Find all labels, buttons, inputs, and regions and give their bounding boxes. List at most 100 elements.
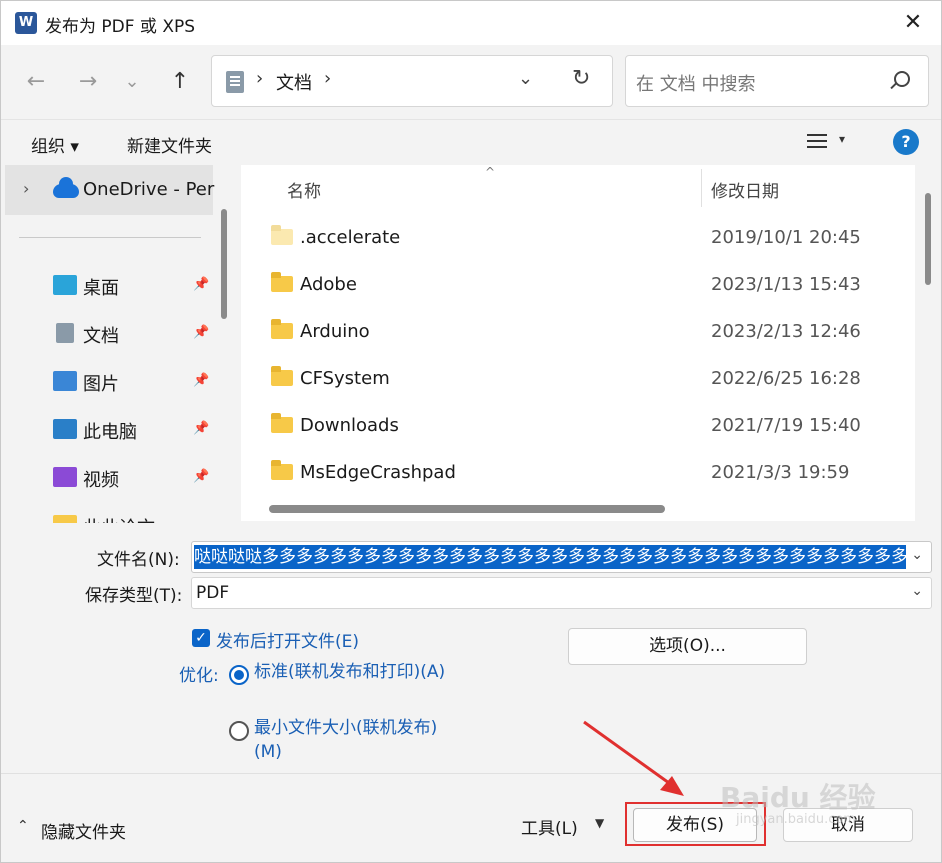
- options-button[interactable]: 选项(O)...: [568, 628, 807, 665]
- sidebar-item-label: 此电脑: [83, 422, 137, 443]
- tools-button[interactable]: 工具(L): [521, 814, 578, 839]
- sort-ascending-icon: ^: [485, 165, 496, 179]
- help-icon[interactable]: ?: [893, 129, 919, 155]
- close-button[interactable]: ✕: [897, 7, 929, 39]
- title-bar: W 发布为 PDF 或 XPS ✕: [1, 1, 941, 45]
- sidebar-item-documents[interactable]: 文档 📌: [5, 311, 213, 357]
- sidebar-item-videos[interactable]: 视频 📌: [5, 455, 213, 501]
- forward-button[interactable]: →: [73, 67, 103, 97]
- organize-button[interactable]: 组织 ▾: [31, 132, 79, 157]
- sidebar-divider: [19, 237, 201, 238]
- documents-icon: [56, 323, 74, 343]
- chevron-up-icon[interactable]: ⌃: [17, 818, 29, 834]
- pin-icon[interactable]: 📌: [193, 469, 209, 484]
- tools-dropdown-icon[interactable]: ▼: [595, 816, 604, 830]
- publish-dialog: W 发布为 PDF 或 XPS ✕ ← → ⌄ ↑ › 文档 › ⌄ ↻ 在 文…: [0, 0, 942, 863]
- file-list-vertical-scrollbar[interactable]: [925, 193, 931, 285]
- file-row[interactable]: Adobe 2023/1/13 15:43: [241, 262, 915, 308]
- sidebar-scrollbar[interactable]: [221, 209, 227, 319]
- file-date: 2023/1/13 15:43: [711, 274, 861, 295]
- sidebar-item-pictures[interactable]: 图片 📌: [5, 359, 213, 405]
- optimize-minimum-radio[interactable]: [229, 721, 249, 741]
- command-bar: 组织 ▾ 新建文件夹 ▾ ?: [1, 119, 941, 165]
- save-options-panel: 文件名(N): 哒哒哒哒多多多多多多多多多多多多多多多多多多多多多多多多多多多多…: [1, 523, 941, 773]
- file-date: 2019/10/1 20:45: [711, 227, 861, 248]
- breadcrumb-documents[interactable]: 文档: [276, 69, 312, 95]
- search-input[interactable]: 在 文档 中搜索: [625, 55, 929, 107]
- new-folder-button[interactable]: 新建文件夹: [127, 132, 212, 157]
- file-row[interactable]: Arduino 2023/2/13 12:46: [241, 309, 915, 355]
- open-after-publish-label[interactable]: 发布后打开文件(E): [216, 627, 359, 652]
- word-app-icon: W: [15, 12, 37, 34]
- address-bar[interactable]: › 文档 › ⌄ ↻: [211, 55, 613, 107]
- folder-icon: [271, 225, 293, 245]
- filename-label: 文件名(N):: [97, 550, 180, 570]
- sidebar-item-folder[interactable]: 此此论文: [5, 503, 213, 523]
- view-list-icon[interactable]: [807, 134, 827, 150]
- pin-icon[interactable]: 📌: [193, 325, 209, 340]
- filename-field[interactable]: 哒哒哒哒多多多多多多多多多多多多多多多多多多多多多多多多多多多多多多多多多多多多…: [191, 541, 932, 573]
- column-divider[interactable]: [701, 169, 702, 207]
- breadcrumb-chevron[interactable]: ›: [324, 68, 331, 89]
- sidebar-item-label: 文档: [83, 326, 119, 347]
- sidebar-item-label: 此此论文: [83, 514, 155, 523]
- baidu-watermark: Baidu 经验: [720, 781, 876, 814]
- dialog-title: 发布为 PDF 或 XPS: [45, 17, 196, 37]
- sidebar-item-this-pc[interactable]: 此电脑 📌: [5, 407, 213, 453]
- filetype-select[interactable]: PDF ⌄: [191, 577, 932, 609]
- folder-icon: [271, 366, 293, 386]
- desktop-icon: [53, 275, 77, 295]
- sidebar-item-label: 图片: [83, 374, 119, 395]
- folder-icon: [53, 515, 77, 523]
- optimize-standard-radio[interactable]: [229, 665, 249, 685]
- filename-value[interactable]: 哒哒哒哒多多多多多多多多多多多多多多多多多多多多多多多多多多多多多多多多多多多多…: [194, 545, 906, 569]
- hide-folders-button[interactable]: 隐藏文件夹: [41, 818, 126, 843]
- file-row[interactable]: Downloads 2021/7/19 15:40: [241, 403, 915, 449]
- recent-locations-button[interactable]: ⌄: [117, 67, 147, 97]
- open-after-publish-checkbox[interactable]: ✓: [192, 629, 210, 647]
- navigation-pane: › OneDrive - Per 桌面 📌 文档 📌 图片 📌 此电脑 📌 视频…: [5, 165, 231, 523]
- pin-icon[interactable]: 📌: [193, 373, 209, 388]
- chevron-down-icon[interactable]: ⌄: [911, 583, 923, 599]
- chevron-down-icon[interactable]: ⌄: [911, 547, 923, 563]
- file-row[interactable]: CFSystem 2022/6/25 16:28: [241, 356, 915, 402]
- optimize-standard-label[interactable]: 标准(联机发布和打印)(A): [254, 660, 454, 684]
- optimize-minimum-label[interactable]: 最小文件大小(联机发布)(M): [254, 716, 454, 764]
- file-name: Adobe: [300, 274, 357, 295]
- column-header-name[interactable]: 名称: [287, 177, 321, 202]
- pin-icon[interactable]: 📌: [193, 277, 209, 292]
- file-date: 2023/2/13 12:46: [711, 321, 861, 342]
- search-icon[interactable]: [894, 71, 910, 87]
- up-button[interactable]: ↑: [165, 67, 195, 97]
- videos-icon: [53, 467, 77, 487]
- folder-icon: [271, 319, 293, 339]
- pin-icon[interactable]: 📌: [193, 421, 209, 436]
- file-date: 2021/7/19 15:40: [711, 415, 861, 436]
- file-row[interactable]: MsEdgeCrashpad 2021/3/3 19:59: [241, 450, 915, 496]
- sidebar-item-label: 桌面: [83, 278, 119, 299]
- address-dropdown-icon[interactable]: ⌄: [518, 68, 533, 89]
- column-header-date[interactable]: 修改日期: [711, 177, 779, 202]
- computer-icon: [53, 419, 77, 439]
- file-name: Arduino: [300, 321, 370, 342]
- file-name: MsEdgeCrashpad: [300, 462, 456, 483]
- file-list: ^ 名称 修改日期 .accelerate 2019/10/1 20:45 Ad…: [241, 165, 915, 521]
- file-row[interactable]: .accelerate 2019/10/1 20:45: [241, 215, 915, 261]
- sidebar-item-label: OneDrive - Per: [83, 179, 215, 200]
- file-list-horizontal-scrollbar[interactable]: [269, 505, 665, 513]
- view-dropdown-icon[interactable]: ▾: [839, 132, 845, 146]
- back-button[interactable]: ←: [21, 67, 51, 97]
- folder-icon: [271, 460, 293, 480]
- sidebar-item-onedrive[interactable]: › OneDrive - Per: [5, 165, 215, 215]
- folder-icon: [271, 413, 293, 433]
- filetype-value: PDF: [196, 583, 230, 603]
- refresh-icon[interactable]: ↻: [572, 66, 590, 91]
- documents-icon: [226, 71, 244, 93]
- chevron-right-icon[interactable]: ›: [23, 179, 29, 198]
- sidebar-item-desktop[interactable]: 桌面 📌: [5, 263, 213, 309]
- pictures-icon: [53, 371, 77, 391]
- file-date: 2021/3/3 19:59: [711, 462, 850, 483]
- search-placeholder: 在 文档 中搜索: [636, 74, 756, 95]
- breadcrumb-separator: ›: [256, 68, 264, 89]
- navigation-bar: ← → ⌄ ↑ › 文档 › ⌄ ↻ 在 文档 中搜索: [1, 45, 941, 119]
